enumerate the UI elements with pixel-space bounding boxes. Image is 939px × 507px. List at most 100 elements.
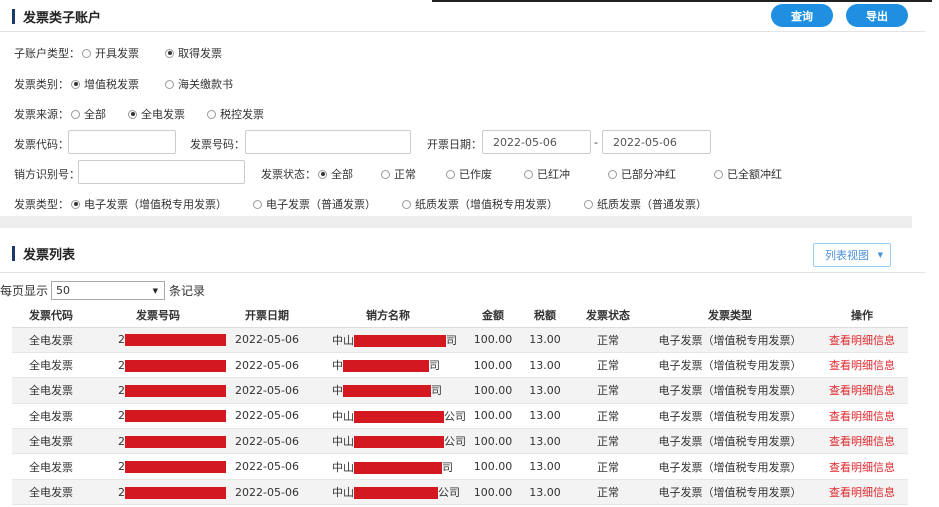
radio-label: 全部 bbox=[84, 108, 106, 121]
view-details-link[interactable]: 查看明细信息 bbox=[829, 410, 895, 423]
status-cell: 正常 bbox=[572, 352, 644, 379]
radio-label: 正常 bbox=[394, 168, 416, 181]
page-size-prefix: 每页显示 bbox=[0, 284, 49, 298]
invoice-number-cell: 29 bbox=[90, 428, 226, 455]
table-row[interactable]: 全电发票252022-05-06 中山 司 100.0013.00正常电子发票（增值税… bbox=[12, 327, 908, 353]
redaction-block bbox=[354, 436, 444, 449]
amount-cell: 100.00 bbox=[468, 352, 518, 379]
radio-option[interactable]: 已红冲 bbox=[524, 166, 570, 182]
invoice-number-cell: 28 bbox=[90, 403, 226, 430]
tax-cell: 13.00 bbox=[518, 327, 572, 353]
seller-prefix: 中山 bbox=[332, 333, 354, 347]
radio-option[interactable]: 增值税发票 bbox=[71, 76, 139, 92]
action-cell: 查看明细信息 bbox=[816, 403, 908, 430]
export-button[interactable]: 导出 bbox=[846, 4, 908, 27]
view-details-link[interactable]: 查看明细信息 bbox=[829, 384, 895, 397]
seller-name-cell: 中司 bbox=[308, 377, 468, 404]
radio-option[interactable]: 电子发票（增值税专用发票） bbox=[71, 196, 227, 212]
seller-tax-id-input[interactable] bbox=[78, 160, 245, 184]
issue-date-to-input[interactable] bbox=[602, 130, 711, 154]
page-title: 发票类子账户 bbox=[23, 11, 102, 26]
invoice-code-cell: 全电发票 bbox=[12, 428, 90, 455]
action-cell: 查看明细信息 bbox=[816, 352, 908, 379]
redaction-block bbox=[125, 334, 226, 347]
amount-cell: 100.00 bbox=[468, 403, 518, 430]
column-header: 开票日期 bbox=[226, 303, 308, 328]
radio-unchecked-icon bbox=[524, 169, 533, 179]
seller-suffix: 公司 bbox=[444, 409, 466, 423]
top-border-line bbox=[432, 0, 932, 2]
view-details-link[interactable]: 查看明细信息 bbox=[829, 435, 895, 448]
radio-option[interactable]: 纸质发票（普通发票） bbox=[584, 196, 707, 212]
radio-option[interactable]: 纸质发票（增值税专用发票） bbox=[402, 196, 558, 212]
radio-unchecked-icon bbox=[165, 79, 174, 89]
table-row[interactable]: 全电发票262022-05-06中司100.0013.00正常电子发票（增值税专… bbox=[12, 352, 908, 379]
section-separator-band bbox=[0, 216, 912, 228]
page-size-select[interactable]: 50 ▼ bbox=[51, 281, 166, 300]
radio-option[interactable]: 税控发票 bbox=[207, 106, 264, 122]
radio-option[interactable]: 开具发票 bbox=[82, 45, 139, 61]
invoice-number-input[interactable] bbox=[245, 130, 411, 154]
view-details-link[interactable]: 查看明细信息 bbox=[829, 359, 895, 372]
invoice-code-input[interactable] bbox=[68, 130, 176, 154]
action-cell: 查看明细信息 bbox=[816, 453, 908, 480]
number-prefix: 2 bbox=[118, 409, 125, 423]
view-mode-select[interactable]: 列表视图 ▼ bbox=[813, 243, 891, 267]
column-header: 税额 bbox=[518, 303, 572, 328]
seller-prefix: 中山 bbox=[332, 486, 354, 500]
radio-label: 全电发票 bbox=[141, 108, 185, 121]
table-row[interactable]: 全电发票292022-05-06 中山 公司100.0013.00正常电子发票（增值… bbox=[12, 428, 908, 455]
radio-unchecked-icon bbox=[82, 48, 91, 58]
radio-unchecked-icon bbox=[714, 169, 723, 179]
radio-option[interactable]: 已部分冲红 bbox=[608, 166, 676, 182]
section-header-account: 发票类子账户 bbox=[12, 7, 101, 26]
radio-option[interactable]: 已全额冲红 bbox=[714, 166, 782, 182]
status-cell: 正常 bbox=[572, 453, 644, 480]
title-accent-bar bbox=[12, 246, 15, 261]
issue-date-from-input[interactable] bbox=[482, 130, 591, 154]
table-body: 全电发票252022-05-06中山司100.0013.00正常电子发票（增值税… bbox=[12, 327, 908, 506]
radio-option[interactable]: 正常 bbox=[381, 166, 416, 182]
invoice-category-row: 发票类别： 增值税发票 海关缴款书 bbox=[14, 76, 233, 92]
seller-name-cell: 中山 司 bbox=[308, 453, 468, 480]
table-row[interactable]: 全电发票282022-05-06 中山 公司100.0013.00正常电子发票（增值… bbox=[12, 403, 908, 430]
radio-option[interactable]: 电子发票（普通发票） bbox=[253, 196, 376, 212]
column-header: 发票代码 bbox=[12, 303, 90, 328]
seller-suffix: 司 bbox=[446, 333, 457, 347]
seller-suffix: 司 bbox=[431, 384, 442, 398]
issue-date-label: 开票日期： bbox=[427, 138, 482, 151]
invoice-type-cell: 电子发票（增值税专用发票） bbox=[644, 453, 816, 480]
invoice-code-cell: 全电发票 bbox=[12, 327, 90, 353]
invoice-number-label: 发票号码： bbox=[190, 138, 245, 151]
query-button[interactable]: 查询 bbox=[771, 4, 833, 27]
tax-cell: 13.00 bbox=[518, 377, 572, 404]
issue-date-cell: 2022-05-06 bbox=[226, 327, 308, 353]
invoice-code-cell: 全电发票 bbox=[12, 403, 90, 430]
radio-option[interactable]: 全部 bbox=[318, 166, 353, 182]
page-size-value: 50 bbox=[56, 284, 71, 297]
radio-checked-icon bbox=[128, 109, 137, 119]
issue-date-cell: 2022-05-06 bbox=[226, 453, 308, 480]
radio-option[interactable]: 取得发票 bbox=[165, 45, 222, 61]
radio-option[interactable]: 已作废 bbox=[446, 166, 492, 182]
radio-unchecked-icon bbox=[381, 169, 390, 179]
sub-account-type-row: 子账户类型： 开具发票 取得发票 bbox=[14, 45, 222, 61]
invoice-code-cell: 全电发票 bbox=[12, 479, 90, 506]
radio-checked-icon bbox=[71, 79, 80, 89]
column-header: 发票状态 bbox=[572, 303, 644, 328]
radio-option[interactable]: 全电发票 bbox=[128, 106, 185, 122]
number-prefix: 2 bbox=[118, 333, 125, 347]
view-details-link[interactable]: 查看明细信息 bbox=[829, 486, 895, 499]
radio-label: 电子发票（增值税专用发票） bbox=[84, 198, 227, 211]
table-row[interactable]: 全电发票202022-05-06 中山 司 100.0013.00正常电子发票（增值税… bbox=[12, 453, 908, 480]
radio-option[interactable]: 海关缴款书 bbox=[165, 76, 233, 92]
table-row[interactable]: 全电发票272022-05-06中司100.0013.00正常电子发票（增值税专… bbox=[12, 377, 908, 404]
table-row[interactable]: 全电发票212022-05-06 中山 公司 100.0013.00正常电子发票（增值… bbox=[12, 479, 908, 506]
column-header: 发票类型 bbox=[644, 303, 816, 328]
invoice-code-cell: 全电发票 bbox=[12, 352, 90, 379]
issue-date-cell: 2022-05-06 bbox=[226, 428, 308, 455]
view-details-link[interactable]: 查看明细信息 bbox=[829, 334, 895, 347]
radio-option[interactable]: 全部 bbox=[71, 106, 106, 122]
view-details-link[interactable]: 查看明细信息 bbox=[829, 461, 895, 474]
radio-unchecked-icon bbox=[207, 109, 216, 119]
